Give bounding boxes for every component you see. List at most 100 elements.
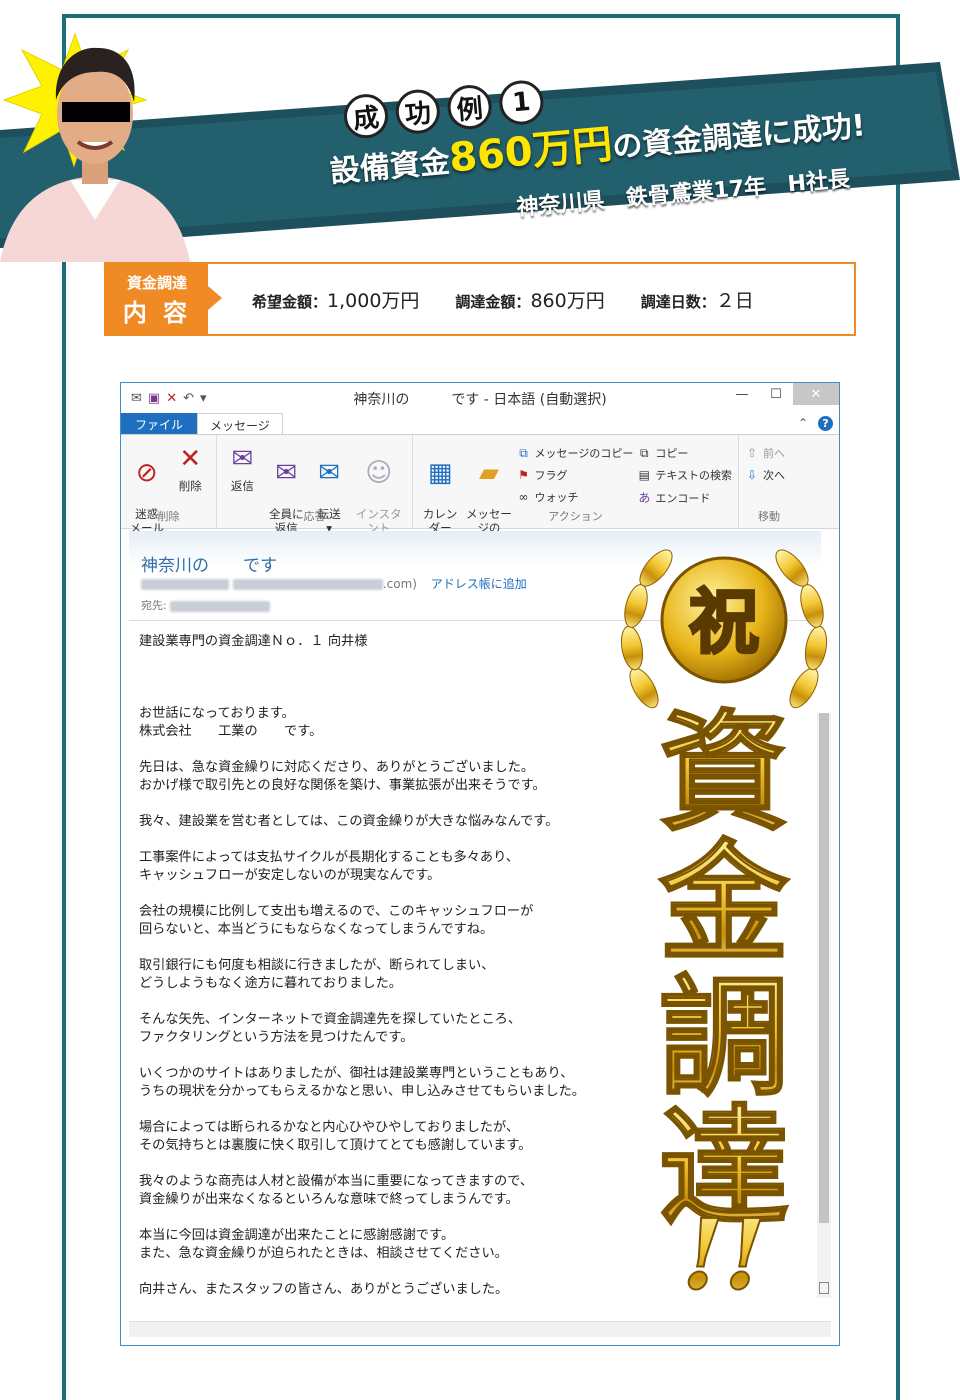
details-tag-line2: 内 容 [122,299,192,327]
calendar-icon: ▦ [427,458,453,488]
outlook-icon[interactable]: ✉ [131,391,142,406]
mail-paragraph: 我々のような商売は人材と設備が本当に重要になってきますので、 資金繰りが出来なく… [139,1174,534,1207]
redacted-sender-name [141,579,229,590]
flag-button[interactable]: ⚑ フラグ [517,467,634,483]
flag-icon: ⚑ [518,468,529,482]
delete-icon[interactable]: ✕ [166,391,177,406]
to-label: 宛先: [141,599,167,612]
detail-key: 調達金額： [455,293,531,311]
next-button[interactable]: ⇩ 次へ [745,467,785,483]
mail-body: 建設業専門の資金調達Ｎｏ．１ 向井様 お世話になっております。 株式会社 工業の… [139,633,639,1317]
mail-paragraph: 本当に今回は資金調達が出来たことに感謝感謝です。 また、急な資金繰りが迫られたと… [139,1228,508,1261]
details-tag-line1: 資金調達 [126,274,187,292]
window-titlebar: ✉ ▣ ✕ ↶ ▾ 神奈川の です - 日本語 (自動選択) — ☐ ✕ [121,383,839,413]
mail-paragraph: そんな矢先、インターネットで資金調達先を探していたところ、 ファクタリングという… [139,1012,522,1045]
detail-days: 調達日数：２日 [641,286,754,313]
mail-paragraph: 工事案件によっては支払サイクルが長期化することも多々あり、 キャッシュフローが安… [139,850,519,883]
tab-file[interactable]: ファイル [121,413,198,434]
mail-paragraph: 会社の規模に比例して支出も増えるので、このキャッシュフローが 回らないと、本当ど… [139,904,534,937]
maximize-button[interactable]: ☐ [759,383,793,405]
headline-prefix: 設備資金 [328,144,452,191]
collapse-ribbon-icon[interactable]: ⌃ [798,416,808,431]
undo-icon[interactable]: ↶ [183,391,194,406]
details-items: 希望金額：1,000万円 調達金額：860万円 調達日数：２日 [252,286,790,313]
detail-funded-amount: 調達金額：860万円 [455,286,604,313]
delete-x-icon: ✕ [179,444,202,474]
watch-label: ウォッチ [534,491,579,504]
medal-character: 祝 [689,580,759,663]
copy-message-button[interactable]: ⧉ メッセージのコピー [517,445,633,461]
quick-access-toolbar: ✉ ▣ ✕ ↶ ▾ [121,391,207,406]
mail-paragraph: 先日は、急な資金繰りに対応くださり、ありがとうございました。 おかげ様で取引先と… [139,760,546,793]
ribbon: ⊘ 迷惑 メール ▾ ✕ 削除 削除 ✉ 返信 ✉ 全員に 返信 ✉ 転送 ▾ [121,435,839,563]
ribbon-group-actions: ▦ カレンダー に追加 ▰ メッセージの 移動 ⧉メッセージのコピー ⚑フラグ … [413,435,739,549]
redacted-recipient [170,600,271,612]
redacted-sender-address [232,579,383,590]
prev-label: 前へ [763,447,785,460]
tab-message[interactable]: メッセージ [197,413,283,434]
flag-label: フラグ [534,469,568,482]
person-icon: ☺ [365,458,393,488]
detail-value: 1,000万円 [327,290,420,312]
detail-key: 希望金額： [252,293,328,311]
add-to-address-book-link[interactable]: アドレス帳に追加 [431,577,527,591]
group-label-respond: 応答 [303,510,326,523]
watch-button[interactable]: ∞ ウォッチ [517,489,634,505]
find-text-button[interactable]: ▤ テキストの検索 [637,467,732,483]
encode-label: エンコード [655,491,711,505]
sender-address-suffix: .com) [382,577,417,591]
up-arrow-icon: ⇧ [746,446,758,460]
next-label: 次へ [763,469,785,482]
mail-greeting: 建設業専門の資金調達Ｎｏ．１ 向井様 [139,634,368,649]
detail-value: ２日 [715,290,754,312]
copy-message-icon: ⧉ [519,445,528,460]
find-icon: ▤ [638,468,650,482]
mail-paragraph: いくつかのサイトはありましたが、御社は建設業専門ということもあり、 うちの現状を… [139,1066,585,1099]
close-button[interactable]: ✕ [793,383,839,405]
mail-paragraph: お世話になっております。 株式会社 工業の です。 [139,706,323,739]
no-entry-icon: ⊘ [135,458,158,488]
success-banner: ! 成 功 例 1 設備資金860万円の資金調達に成功! 神奈川県 鉄骨鳶業17… [0,30,960,270]
badge-char-2: 金 [658,826,790,979]
ribbon-help-area: ⌃ ? [798,416,833,431]
group-label-delete: 削除 [157,510,180,523]
reply-all-icon: ✉ [275,458,298,488]
delete-label: 削除 [178,479,202,493]
copy-icon: ⧉ [640,445,649,460]
ribbon-group-move: ⇧ 前へ ⇩ 次へ 移動 [739,435,799,528]
encode-icon: あ [638,491,651,505]
mail-paragraph: 向井さん、またスタッフの皆さん、ありがとうございました。 [139,1282,509,1297]
detail-desired-amount: 希望金額：1,000万円 [252,286,419,313]
find-text-label: テキストの検索 [655,469,732,482]
forward-icon: ✉ [318,458,341,488]
details-tag: 資金調達 内 容 [106,264,222,334]
copy-label: コピー [655,447,689,460]
prev-button[interactable]: ⇧ 前へ [745,445,785,461]
privacy-bar [62,102,130,122]
minimize-button[interactable]: — [725,383,759,405]
group-label-actions: アクション [548,510,603,523]
mail-paragraph: 我々、建設業を営む者としては、この資金繰りが大きな悩みなんです。 [139,814,559,829]
badge-exclamation: !! [682,1198,766,1298]
mail-sender: .com) アドレス帳に追加 [141,575,527,592]
ribbon-group-respond: ✉ 返信 ✉ 全員に 返信 ✉ 転送 ▾ ☺ インスタント メッセージ 応答 [217,435,413,563]
status-bar [129,1321,831,1337]
save-icon[interactable]: ▣ [148,391,160,406]
copy-button[interactable]: ⧉ コピー [637,445,732,461]
detail-value: 860万円 [530,290,605,312]
folder-icon: ▰ [478,458,499,488]
encode-button[interactable]: あエンコード [637,489,732,506]
reply-label: 返信 [230,479,254,493]
funding-details-box: 資金調達 内 容 希望金額：1,000万円 調達金額：860万円 調達日数：２日 [104,262,856,336]
detail-key: 調達日数： [640,293,716,311]
ribbon-tabs: ファイル メッセージ ⌃ ? [121,413,839,435]
ribbon-group-delete: ⊘ 迷惑 メール ▾ ✕ 削除 削除 [121,435,217,549]
celebration-badge: 祝 資 金 調 達 !! [620,549,828,1298]
down-arrow-icon: ⇩ [746,468,758,482]
glasses-icon: ∞ [518,490,529,504]
customize-toolbar-icon[interactable]: ▾ [200,391,207,406]
president-photo [0,47,190,262]
window-controls: — ☐ ✕ [725,383,839,405]
help-icon[interactable]: ? [818,416,833,431]
mail-paragraph: 取引銀行にも何度も相談に行きましたが、断られてしまい、 どうしようもなく途方に暮… [139,958,495,991]
